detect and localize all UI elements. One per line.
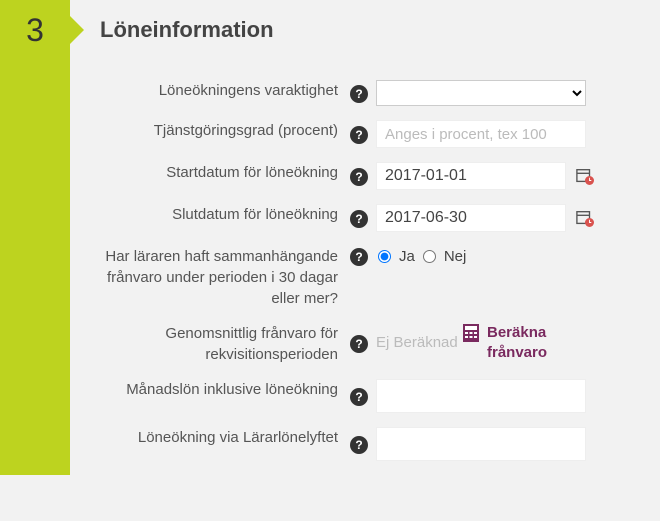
yes-label: Ja — [399, 248, 415, 265]
section-title: Löneinformation — [100, 17, 274, 43]
calculate-link-text: Beräkna frånvaro — [487, 323, 571, 362]
duration-label: Löneökningens varaktighet — [100, 80, 350, 101]
raise-input[interactable] — [376, 427, 586, 461]
help-icon[interactable]: ? — [350, 388, 368, 406]
help-icon[interactable]: ? — [350, 210, 368, 228]
percent-input[interactable] — [376, 120, 586, 148]
end-date-input[interactable] — [376, 204, 566, 232]
no-label: Nej — [444, 248, 467, 265]
calendar-icon[interactable] — [576, 167, 594, 185]
help-icon[interactable]: ? — [350, 85, 368, 103]
help-icon[interactable]: ? — [350, 436, 368, 454]
help-icon[interactable]: ? — [350, 126, 368, 144]
help-icon[interactable]: ? — [350, 335, 368, 353]
start-date-input[interactable] — [376, 162, 566, 190]
calculator-icon — [461, 323, 481, 343]
step-number: 3 — [26, 12, 44, 49]
help-icon[interactable]: ? — [350, 248, 368, 266]
calendar-icon[interactable] — [576, 209, 594, 227]
absence-label: Har läraren haft sammanhängande frånvaro… — [100, 246, 350, 309]
raise-label: Löneökning via Lärarlönelyftet — [100, 427, 350, 448]
step-side-bar — [0, 60, 70, 475]
absence-yes-radio[interactable] — [378, 250, 391, 263]
calculate-absence-link[interactable]: Beräkna frånvaro — [461, 323, 571, 362]
duration-select[interactable] — [376, 80, 586, 106]
start-date-label: Startdatum för löneökning — [100, 162, 350, 183]
help-icon[interactable]: ? — [350, 168, 368, 186]
salary-label: Månadslön inklusive löneökning — [100, 379, 350, 400]
salary-input[interactable] — [376, 379, 586, 413]
step-number-badge: 3 — [0, 0, 70, 60]
absence-no-radio[interactable] — [423, 250, 436, 263]
percent-label: Tjänstgöringsgrad (procent) — [100, 120, 350, 141]
avg-status-text: Ej Beräknad — [376, 333, 461, 353]
end-date-label: Slutdatum för löneökning — [100, 204, 350, 225]
avg-absence-label: Genomsnittlig frånvaro för rekvisitionsp… — [100, 323, 350, 365]
